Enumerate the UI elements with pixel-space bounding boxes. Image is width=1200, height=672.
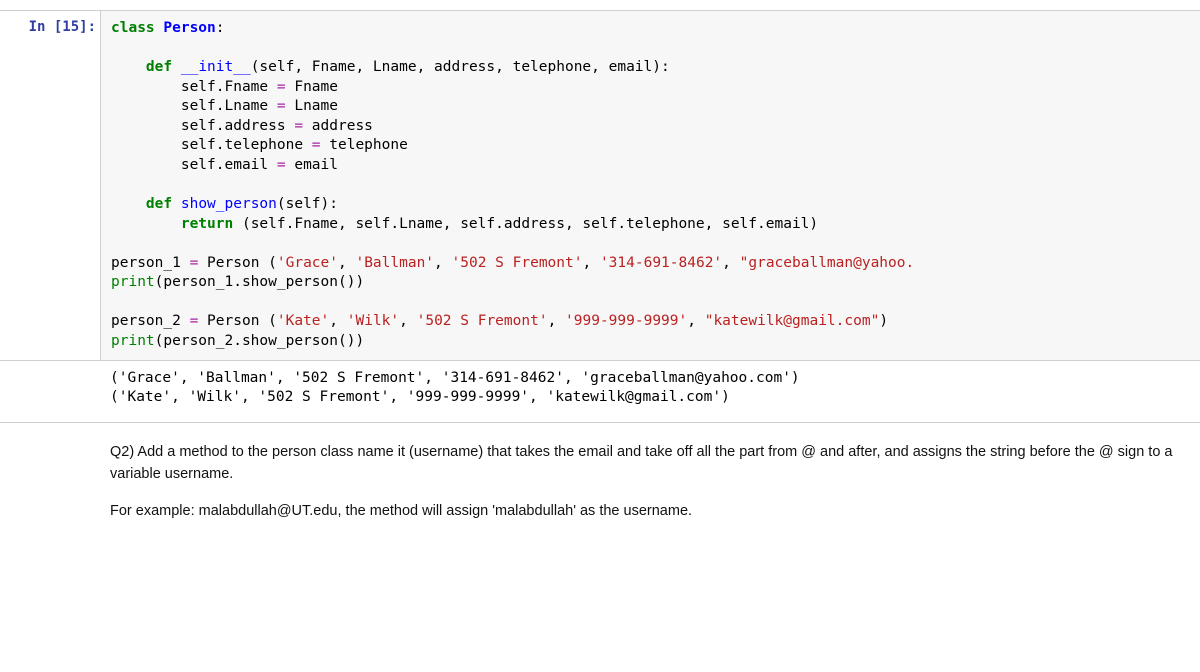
kw-return: return — [181, 216, 233, 232]
markdown-area[interactable]: Q2) Add a method to the person class nam… — [100, 437, 1200, 526]
output-area: ('Grace', 'Ballman', '502 S Fremont', '3… — [100, 361, 1200, 422]
markdown-cell: Q2) Add a method to the person class nam… — [0, 422, 1200, 540]
output-cell: ('Grace', 'Ballman', '502 S Fremont', '3… — [0, 361, 1200, 422]
kw-class: class — [111, 20, 155, 36]
code-cell: In [15]: class Person: def __init__(self… — [0, 10, 1200, 361]
prompt-close: ]: — [79, 19, 96, 35]
question-text: Q2) Add a method to the person class nam… — [110, 441, 1186, 486]
class-name: Person — [163, 20, 215, 36]
fn-show-person: show_person — [181, 196, 277, 212]
input-prompt: In [15]: — [0, 11, 100, 360]
markdown-prompt — [0, 437, 100, 526]
output-line: ('Grace', 'Ballman', '502 S Fremont', '3… — [110, 370, 800, 386]
kw-def: def — [146, 196, 172, 212]
output-line: ('Kate', 'Wilk', '502 S Fremont', '999-9… — [110, 389, 730, 405]
question-example: For example: malabdullah@UT.edu, the met… — [110, 500, 1186, 522]
init-params: (self, Fname, Lname, address, telephone,… — [251, 59, 670, 75]
prompt-number: 15 — [62, 19, 79, 35]
fn-init: __init__ — [181, 59, 251, 75]
code-input[interactable]: class Person: def __init__(self, Fname, … — [100, 11, 1200, 360]
output-prompt — [0, 361, 100, 422]
print: print — [111, 274, 155, 290]
print: print — [111, 333, 155, 349]
prompt-label: In [ — [29, 19, 63, 35]
kw-def: def — [146, 59, 172, 75]
